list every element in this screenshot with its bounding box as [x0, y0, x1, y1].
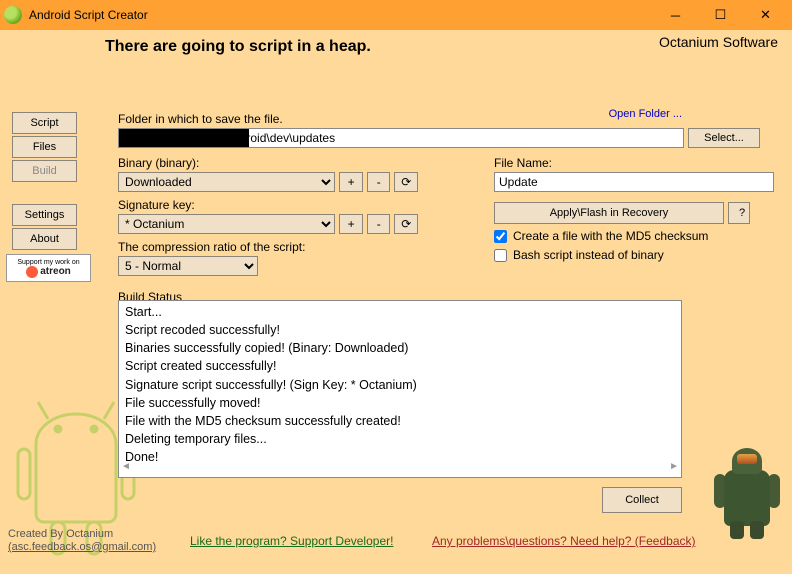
status-line: Deleting temporary files... — [125, 430, 675, 448]
status-line: Start... — [125, 303, 675, 321]
sidebar-about-button[interactable]: About — [12, 228, 77, 250]
binary-select[interactable]: Downloaded — [118, 172, 335, 192]
sidebar-settings-button[interactable]: Settings — [12, 204, 77, 226]
patreon-line1: Support my work on — [17, 259, 79, 266]
status-line: Script recoded successfully! — [125, 321, 675, 339]
compression-select[interactable]: 5 - Normal — [118, 256, 258, 276]
brand-label: Octanium Software — [659, 34, 778, 50]
status-line: Script created successfully! — [125, 357, 675, 375]
open-folder-link[interactable]: Open Folder ... — [609, 108, 682, 120]
patreon-brand: atreon — [40, 267, 71, 277]
binary-label: Binary (binary): — [118, 156, 418, 170]
sidebar-script-button[interactable]: Script — [12, 112, 77, 134]
patreon-icon — [26, 266, 38, 278]
status-line: File with the MD5 checksum successfully … — [125, 412, 675, 430]
credit-author: Created By Octanium — [8, 528, 156, 541]
filename-input[interactable] — [494, 172, 774, 192]
sigkey-select[interactable]: * Octanium — [118, 214, 335, 234]
minimize-button[interactable]: ─ — [653, 0, 698, 30]
sigkey-add-button[interactable]: + — [339, 214, 363, 234]
md5-checkbox-label: Create a file with the MD5 checksum — [513, 229, 708, 243]
binary-remove-button[interactable]: - — [367, 172, 391, 192]
footer-credits: Created By Octanium (asc.feedback.os@gma… — [8, 528, 156, 554]
page-headline: There are going to script in a heap. — [105, 38, 371, 56]
status-output[interactable]: Start... Script recoded successfully! Bi… — [118, 300, 682, 478]
status-line: Signature script successfully! (Sign Key… — [125, 376, 675, 394]
support-developer-link[interactable]: Like the program? Support Developer! — [190, 534, 393, 548]
filename-label: File Name: — [494, 156, 772, 170]
binary-add-button[interactable]: + — [339, 172, 363, 192]
window-title: Android Script Creator — [29, 8, 653, 22]
help-button[interactable]: ? — [728, 202, 750, 224]
patreon-badge[interactable]: Support my work on atreon — [6, 254, 91, 282]
binary-refresh-button[interactable]: ⟳ — [394, 172, 418, 192]
status-line: Binaries successfully copied! (Binary: D… — [125, 339, 675, 357]
collect-button[interactable]: Collect — [602, 487, 682, 513]
credit-email[interactable]: (asc.feedback.os@gmail.com) — [8, 541, 156, 554]
sidebar-build-button: Build — [12, 160, 77, 182]
md5-checkbox[interactable] — [494, 230, 507, 243]
maximize-button[interactable]: ☐ — [698, 0, 743, 30]
sigkey-refresh-button[interactable]: ⟳ — [394, 214, 418, 234]
sigkey-label: Signature key: — [118, 198, 418, 212]
apply-flash-button[interactable]: Apply\Flash in Recovery — [494, 202, 724, 224]
status-line: File successfully moved! — [125, 394, 675, 412]
select-folder-button[interactable]: Select... — [688, 128, 760, 148]
app-icon — [4, 6, 22, 24]
sidebar-files-button[interactable]: Files — [12, 136, 77, 158]
md5-checkbox-row[interactable]: Create a file with the MD5 checksum — [494, 229, 772, 243]
bash-checkbox[interactable] — [494, 249, 507, 262]
horizontal-scrollbar[interactable]: ◄► — [121, 461, 679, 475]
titlebar: Android Script Creator ─ ☐ ✕ — [0, 0, 792, 30]
feedback-link[interactable]: Any problems\questions? Need help? (Feed… — [432, 534, 695, 548]
compression-label: The compression ratio of the script: — [118, 240, 418, 254]
bash-checkbox-label: Bash script instead of binary — [513, 248, 664, 262]
sigkey-remove-button[interactable]: - — [367, 214, 391, 234]
close-button[interactable]: ✕ — [743, 0, 788, 30]
sidebar: Script Files Build Settings About — [12, 112, 77, 252]
folder-path-input[interactable] — [118, 128, 684, 148]
robot-mascot-icon — [712, 444, 782, 539]
bash-checkbox-row[interactable]: Bash script instead of binary — [494, 248, 772, 262]
